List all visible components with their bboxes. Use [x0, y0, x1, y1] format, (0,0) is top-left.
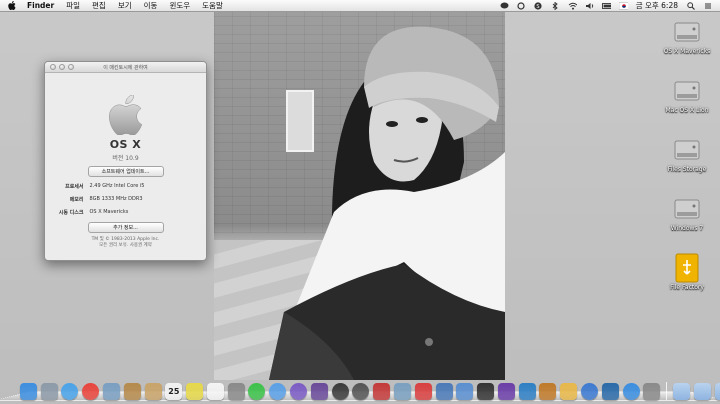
- more-info-button[interactable]: 추가 정보...: [87, 222, 164, 233]
- spec-value: OS X Mavericks: [89, 209, 129, 215]
- hard-drive-icon: [673, 194, 701, 222]
- desktop-icon-label: Windows 7: [670, 225, 704, 232]
- calendar-day: 25: [168, 387, 180, 396]
- preview-icon[interactable]: [393, 383, 411, 400]
- iphoto-icon[interactable]: [601, 383, 619, 400]
- contacts-icon[interactable]: [144, 383, 162, 400]
- system-preferences-icon[interactable]: [643, 383, 661, 400]
- notes-icon[interactable]: [123, 383, 141, 400]
- download-icon[interactable]: [456, 383, 474, 400]
- clock[interactable]: 금 오후 6:28: [636, 0, 678, 11]
- hard-drive-icon: [673, 76, 701, 104]
- camera-icon[interactable]: [331, 383, 349, 400]
- wallpaper-photo: [214, 12, 505, 380]
- license-line: 모든 권리 보유. 사용권 계약: [99, 243, 152, 248]
- skype-icon[interactable]: S: [534, 1, 543, 10]
- imovie-star-icon[interactable]: [497, 383, 515, 400]
- reminders-icon[interactable]: [206, 383, 224, 400]
- os-version: 버전 10.9: [112, 155, 139, 162]
- documents-folder-icon[interactable]: [693, 383, 711, 400]
- viber-icon[interactable]: [290, 383, 308, 400]
- spec-value: 2.49 GHz Intel Core i5: [89, 183, 145, 189]
- desktop-icon-os-x-mavericks[interactable]: OS X Mavericks: [657, 17, 717, 55]
- desktop-icon-label: OS X Mavericks: [663, 48, 711, 55]
- spec-label: 메모리: [69, 197, 84, 203]
- app-store-icon[interactable]: [622, 383, 640, 400]
- garageband-icon[interactable]: [539, 383, 557, 400]
- desktop-icon-label: Mac OS X Lion: [665, 107, 709, 114]
- usb-drive-icon: [673, 253, 701, 283]
- photo-booth-icon[interactable]: [227, 383, 245, 400]
- stickies-icon[interactable]: [186, 383, 204, 400]
- hard-drive-icon: [673, 17, 701, 45]
- menu-edit[interactable]: 편집: [86, 0, 112, 12]
- menu-help[interactable]: 도움말: [196, 0, 229, 12]
- menu-view[interactable]: 보기: [112, 0, 138, 12]
- spec-row-memory: 메모리 8GB 1333 MHz DDR3: [56, 196, 196, 203]
- chat-icon[interactable]: [500, 2, 509, 10]
- safari-icon[interactable]: [61, 383, 79, 400]
- desktop-icon-files-storage[interactable]: Files Storage: [657, 135, 717, 173]
- messages-icon[interactable]: [269, 383, 287, 400]
- spec-row-startup-disk: 시동 디스크 OS X Mavericks: [56, 209, 196, 216]
- menu-bar: Finder 파일 편집 보기 이동 윈도우 도움말 S 금 오후 6:28: [0, 0, 720, 12]
- copyright-text: TM 및 © 1983-2013 Apple Inc. 모든 권리 보유. 사용…: [92, 237, 160, 249]
- desktop-icon-windows-7[interactable]: Windows 7: [657, 194, 717, 232]
- dock: 25: [18, 376, 720, 400]
- desktop-icon-mac-os-x-lion[interactable]: Mac OS X Lion: [657, 76, 717, 114]
- photo-icon[interactable]: [373, 383, 391, 400]
- hard-drive-icon: [673, 135, 701, 163]
- dock-separator: [666, 382, 668, 400]
- desktop-icon-file-factory[interactable]: File Factory: [657, 253, 717, 291]
- search-icon[interactable]: [686, 1, 695, 10]
- launchpad-icon[interactable]: [40, 383, 58, 400]
- window-titlebar[interactable]: 이 매킨토시에 관하여: [45, 62, 206, 73]
- finder-icon[interactable]: [19, 383, 37, 400]
- svg-text:S: S: [537, 4, 540, 10]
- volume-icon[interactable]: [585, 2, 594, 10]
- mail-icon[interactable]: [103, 383, 121, 400]
- woman-portrait: [269, 26, 505, 380]
- instruments-icon[interactable]: [477, 383, 495, 400]
- stocks-icon[interactable]: [560, 383, 578, 400]
- itunes-icon[interactable]: [580, 383, 598, 400]
- calendar-icon[interactable]: 25: [165, 383, 183, 400]
- menu-finder[interactable]: Finder: [23, 0, 60, 12]
- desktop-icon-label: File Factory: [670, 284, 704, 291]
- app-icon[interactable]: [435, 383, 453, 400]
- menu-file[interactable]: 파일: [60, 0, 86, 12]
- downloads-folder-icon[interactable]: [714, 383, 720, 400]
- about-this-mac-window: 이 매킨토시에 관하여 OS X 버전 10.9 소프트웨어 업데이트... 프…: [44, 61, 207, 261]
- apple-menu-icon[interactable]: [7, 1, 17, 11]
- software-update-button[interactable]: 소프트웨어 업데이트...: [87, 166, 164, 177]
- list-icon[interactable]: [703, 2, 712, 10]
- desktop-icon-label: Files Storage: [667, 166, 707, 173]
- dvd-player-icon[interactable]: [352, 383, 370, 400]
- line-icon[interactable]: [248, 383, 266, 400]
- spec-row-processor: 프로세서 2.49 GHz Intel Core i5: [56, 183, 196, 190]
- battery-icon[interactable]: [601, 2, 611, 10]
- bluetooth-icon[interactable]: [551, 1, 560, 10]
- spec-value: 8GB 1333 MHz DDR3: [89, 196, 143, 202]
- os-name: OS X: [109, 138, 142, 151]
- imovie-icon[interactable]: [310, 383, 328, 400]
- spec-label: 프로세서: [65, 184, 84, 190]
- circle-icon[interactable]: [517, 1, 526, 10]
- font-book-icon[interactable]: [414, 383, 432, 400]
- aperture-icon[interactable]: [518, 383, 536, 400]
- window-title: 이 매킨토시에 관하여: [103, 64, 148, 71]
- apple-logo-icon: [108, 94, 144, 136]
- applications-folder-icon[interactable]: [673, 383, 691, 400]
- status-area: S 금 오후 6:28: [496, 0, 720, 12]
- menu-go[interactable]: 이동: [138, 0, 164, 12]
- spec-label: 시동 디스크: [58, 210, 84, 216]
- spec-list: 프로세서 2.49 GHz Intel Core i5 메모리 8GB 1333…: [56, 183, 196, 222]
- chrome-icon[interactable]: [82, 383, 100, 400]
- wifi-icon[interactable]: [568, 2, 577, 10]
- menu-window[interactable]: 윈도우: [163, 0, 196, 12]
- flag-korea-icon[interactable]: [618, 1, 628, 10]
